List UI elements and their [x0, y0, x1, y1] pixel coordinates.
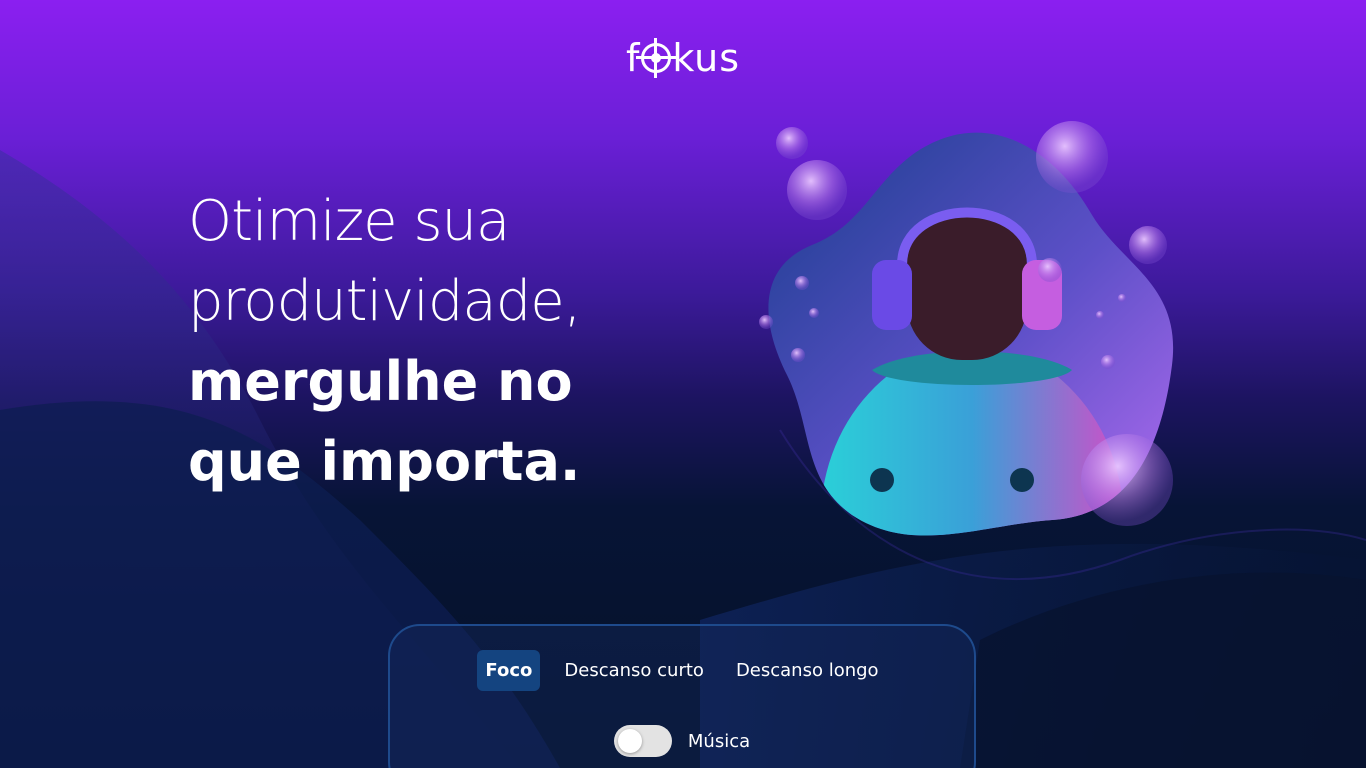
music-toggle[interactable]: [613, 725, 672, 757]
hero-line-1: Otimize sua: [188, 189, 510, 254]
target-icon: [636, 38, 677, 78]
hero-line-3: mergulhe no: [188, 350, 573, 413]
logo-suffix: kus: [672, 36, 741, 80]
fokus-logo: f kus: [0, 36, 1366, 80]
toggle-knob: [617, 729, 642, 753]
tab-descanso-curto[interactable]: Descanso curto: [556, 650, 712, 691]
hero-line-2: produtividade,: [188, 269, 582, 334]
mode-tabs: Foco Descanso curto Descanso longo: [390, 650, 974, 691]
timer-card: Foco Descanso curto Descanso longo Músic…: [388, 624, 976, 768]
hero-headline: Otimize sua produtividade, mergulhe no q…: [188, 182, 708, 502]
hero-line-4: que importa.: [188, 430, 581, 493]
music-row: Música: [390, 725, 974, 757]
tab-descanso-longo[interactable]: Descanso longo: [728, 650, 887, 691]
tab-foco[interactable]: Foco: [477, 650, 541, 691]
music-label: Música: [687, 730, 751, 752]
hero-illustration: [759, 121, 1174, 536]
